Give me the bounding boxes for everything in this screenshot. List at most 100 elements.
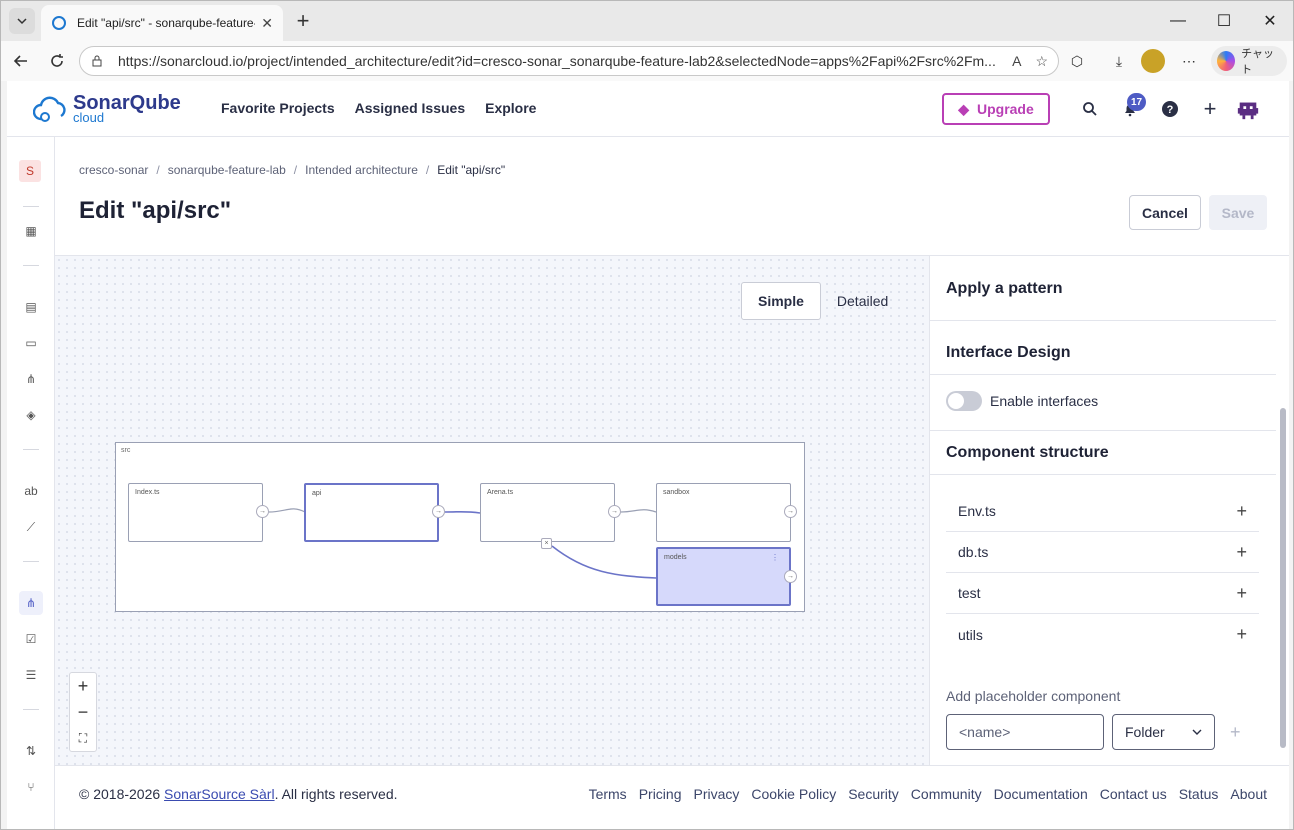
node-sandbox[interactable]: sandbox: [656, 483, 791, 542]
spelling-icon[interactable]: ab: [19, 479, 43, 503]
activity-chart-icon[interactable]: ⟋: [19, 515, 43, 539]
panel-divider: [930, 430, 1276, 431]
component-item: db.ts +: [946, 532, 1259, 573]
enable-interfaces-label: Enable interfaces: [990, 393, 1099, 409]
new-tab-button[interactable]: +: [291, 8, 315, 33]
port-arrow-icon[interactable]: →: [256, 505, 269, 518]
port-arrow-icon[interactable]: →: [432, 505, 445, 518]
close-tab-icon[interactable]: ✕: [261, 15, 273, 32]
upgrade-button[interactable]: ◆ Upgrade: [942, 93, 1050, 125]
footer-link-about[interactable]: About: [1230, 786, 1267, 802]
panel-scrollbar[interactable]: [1278, 324, 1288, 764]
security-shield-icon[interactable]: ◈: [19, 403, 43, 427]
footer-link-pricing[interactable]: Pricing: [639, 786, 682, 802]
back-icon[interactable]: [9, 49, 33, 73]
nav-favorite-projects[interactable]: Favorite Projects: [221, 100, 335, 116]
nav-explore[interactable]: Explore: [485, 100, 536, 116]
footer-link-status[interactable]: Status: [1179, 786, 1219, 802]
user-avatar-icon[interactable]: [1236, 97, 1260, 121]
footer-link-cookie-policy[interactable]: Cookie Policy: [751, 786, 836, 802]
footer-link-community[interactable]: Community: [911, 786, 982, 802]
reload-icon[interactable]: [45, 49, 69, 73]
mode-simple[interactable]: Simple: [741, 282, 821, 320]
rules-icon[interactable]: ☰: [19, 663, 43, 687]
footer-link-privacy[interactable]: Privacy: [693, 786, 739, 802]
node-index-ts[interactable]: Index.ts: [128, 483, 263, 542]
remove-edge-icon[interactable]: ×: [541, 538, 552, 549]
architecture-canvas[interactable]: Simple Detailed src Index.ts api Arena.t…: [55, 255, 929, 765]
placeholder-type-select[interactable]: Folder: [1112, 714, 1215, 750]
lock-icon: [92, 55, 102, 67]
gem-icon: ◆: [958, 100, 969, 117]
copyright-suffix: . All rights reserved.: [274, 786, 398, 802]
org-avatar[interactable]: S: [19, 160, 41, 182]
code-icon[interactable]: ▭: [19, 331, 43, 355]
node-models[interactable]: models ⋮: [656, 547, 791, 606]
favorite-star-icon[interactable]: ☆: [1035, 53, 1048, 70]
scrollbar-thumb[interactable]: [1280, 408, 1286, 748]
copilot-icon: [1217, 51, 1236, 71]
mode-detailed[interactable]: Detailed: [821, 282, 904, 320]
component-name: test: [958, 585, 981, 601]
architecture-icon[interactable]: ⋔: [19, 591, 43, 615]
tab-actions-button[interactable]: [9, 8, 35, 34]
company-link[interactable]: SonarSource Sàrl: [164, 786, 275, 802]
dependencies-icon[interactable]: ⋔: [19, 367, 43, 391]
extensions-icon[interactable]: ⬡: [1065, 49, 1089, 73]
pull-request-icon[interactable]: ⇅: [19, 739, 43, 763]
url-bar[interactable]: https://sonarcloud.io/project/intended_a…: [79, 46, 1059, 76]
read-aloud-icon[interactable]: A: [1012, 53, 1021, 69]
checklist-icon[interactable]: ☑: [19, 627, 43, 651]
zoom-out-icon[interactable]: −: [70, 699, 96, 725]
apply-pattern-heading[interactable]: Apply a pattern: [946, 280, 1062, 298]
breadcrumb-org[interactable]: cresco-sonar: [79, 163, 148, 177]
branch-icon[interactable]: ⑂: [19, 775, 43, 799]
maximize-icon[interactable]: ☐: [1201, 1, 1247, 41]
search-icon[interactable]: [1078, 97, 1102, 121]
footer-link-security[interactable]: Security: [848, 786, 899, 802]
minimize-icon[interactable]: —: [1155, 1, 1201, 41]
node-arena-ts[interactable]: Arena.ts: [480, 483, 615, 542]
add-component-icon[interactable]: +: [1236, 583, 1247, 604]
breadcrumb-architecture[interactable]: Intended architecture: [305, 163, 418, 177]
container-src[interactable]: src Index.ts api Arena.ts sandbox models…: [115, 442, 805, 612]
cancel-button[interactable]: Cancel: [1129, 195, 1201, 230]
close-window-icon[interactable]: ✕: [1247, 1, 1293, 41]
zoom-in-icon[interactable]: +: [70, 673, 96, 699]
downloads-icon[interactable]: ⤓: [1107, 49, 1131, 73]
issues-icon[interactable]: ▤: [19, 295, 43, 319]
add-placeholder-icon[interactable]: +: [1230, 722, 1241, 743]
port-arrow-icon[interactable]: →: [784, 505, 797, 518]
fit-view-icon[interactable]: ⛶: [70, 725, 96, 751]
copilot-button[interactable]: チャット: [1211, 46, 1287, 76]
node-api[interactable]: api: [304, 483, 439, 542]
footer-link-documentation[interactable]: Documentation: [994, 786, 1088, 802]
browser-tab[interactable]: Edit "api/src" - sonarqube-feature- ✕: [41, 5, 283, 41]
profile-avatar[interactable]: [1141, 49, 1165, 73]
port-arrow-icon[interactable]: →: [784, 570, 797, 583]
footer-link-contact[interactable]: Contact us: [1100, 786, 1167, 802]
enable-interfaces-toggle[interactable]: [946, 391, 982, 411]
overview-icon[interactable]: ▦: [19, 219, 43, 243]
port-arrow-icon[interactable]: →: [608, 505, 621, 518]
help-icon[interactable]: ?: [1158, 97, 1182, 121]
footer-link-terms[interactable]: Terms: [589, 786, 627, 802]
side-panel: Apply a pattern Interface Design Enable …: [929, 255, 1289, 765]
more-menu-icon[interactable]: ⋯: [1177, 49, 1201, 73]
sidebar-divider: [23, 206, 39, 207]
add-component-icon[interactable]: +: [1236, 501, 1247, 522]
plus-icon[interactable]: +: [1198, 96, 1222, 121]
toggle-knob: [948, 393, 964, 409]
svg-text:?: ?: [1167, 104, 1174, 116]
breadcrumb-project[interactable]: sonarqube-feature-lab: [168, 163, 286, 177]
add-component-icon[interactable]: +: [1236, 624, 1247, 645]
save-button[interactable]: Save: [1209, 195, 1267, 230]
add-component-icon[interactable]: +: [1236, 542, 1247, 563]
main-nav: Favorite Projects Assigned Issues Explor…: [221, 100, 536, 116]
select-value: Folder: [1125, 724, 1165, 740]
left-sidebar: S ▦ ▤ ▭ ⋔ ◈ ab ⟋ ⋔ ☑ ☰ ⇅ ⑂: [7, 137, 55, 829]
sonarqube-logo[interactable]: SonarQube cloud: [33, 93, 181, 125]
nav-assigned-issues[interactable]: Assigned Issues: [355, 100, 466, 116]
node-menu-icon[interactable]: ⋮: [771, 553, 779, 562]
placeholder-name-input[interactable]: <name>: [946, 714, 1104, 750]
